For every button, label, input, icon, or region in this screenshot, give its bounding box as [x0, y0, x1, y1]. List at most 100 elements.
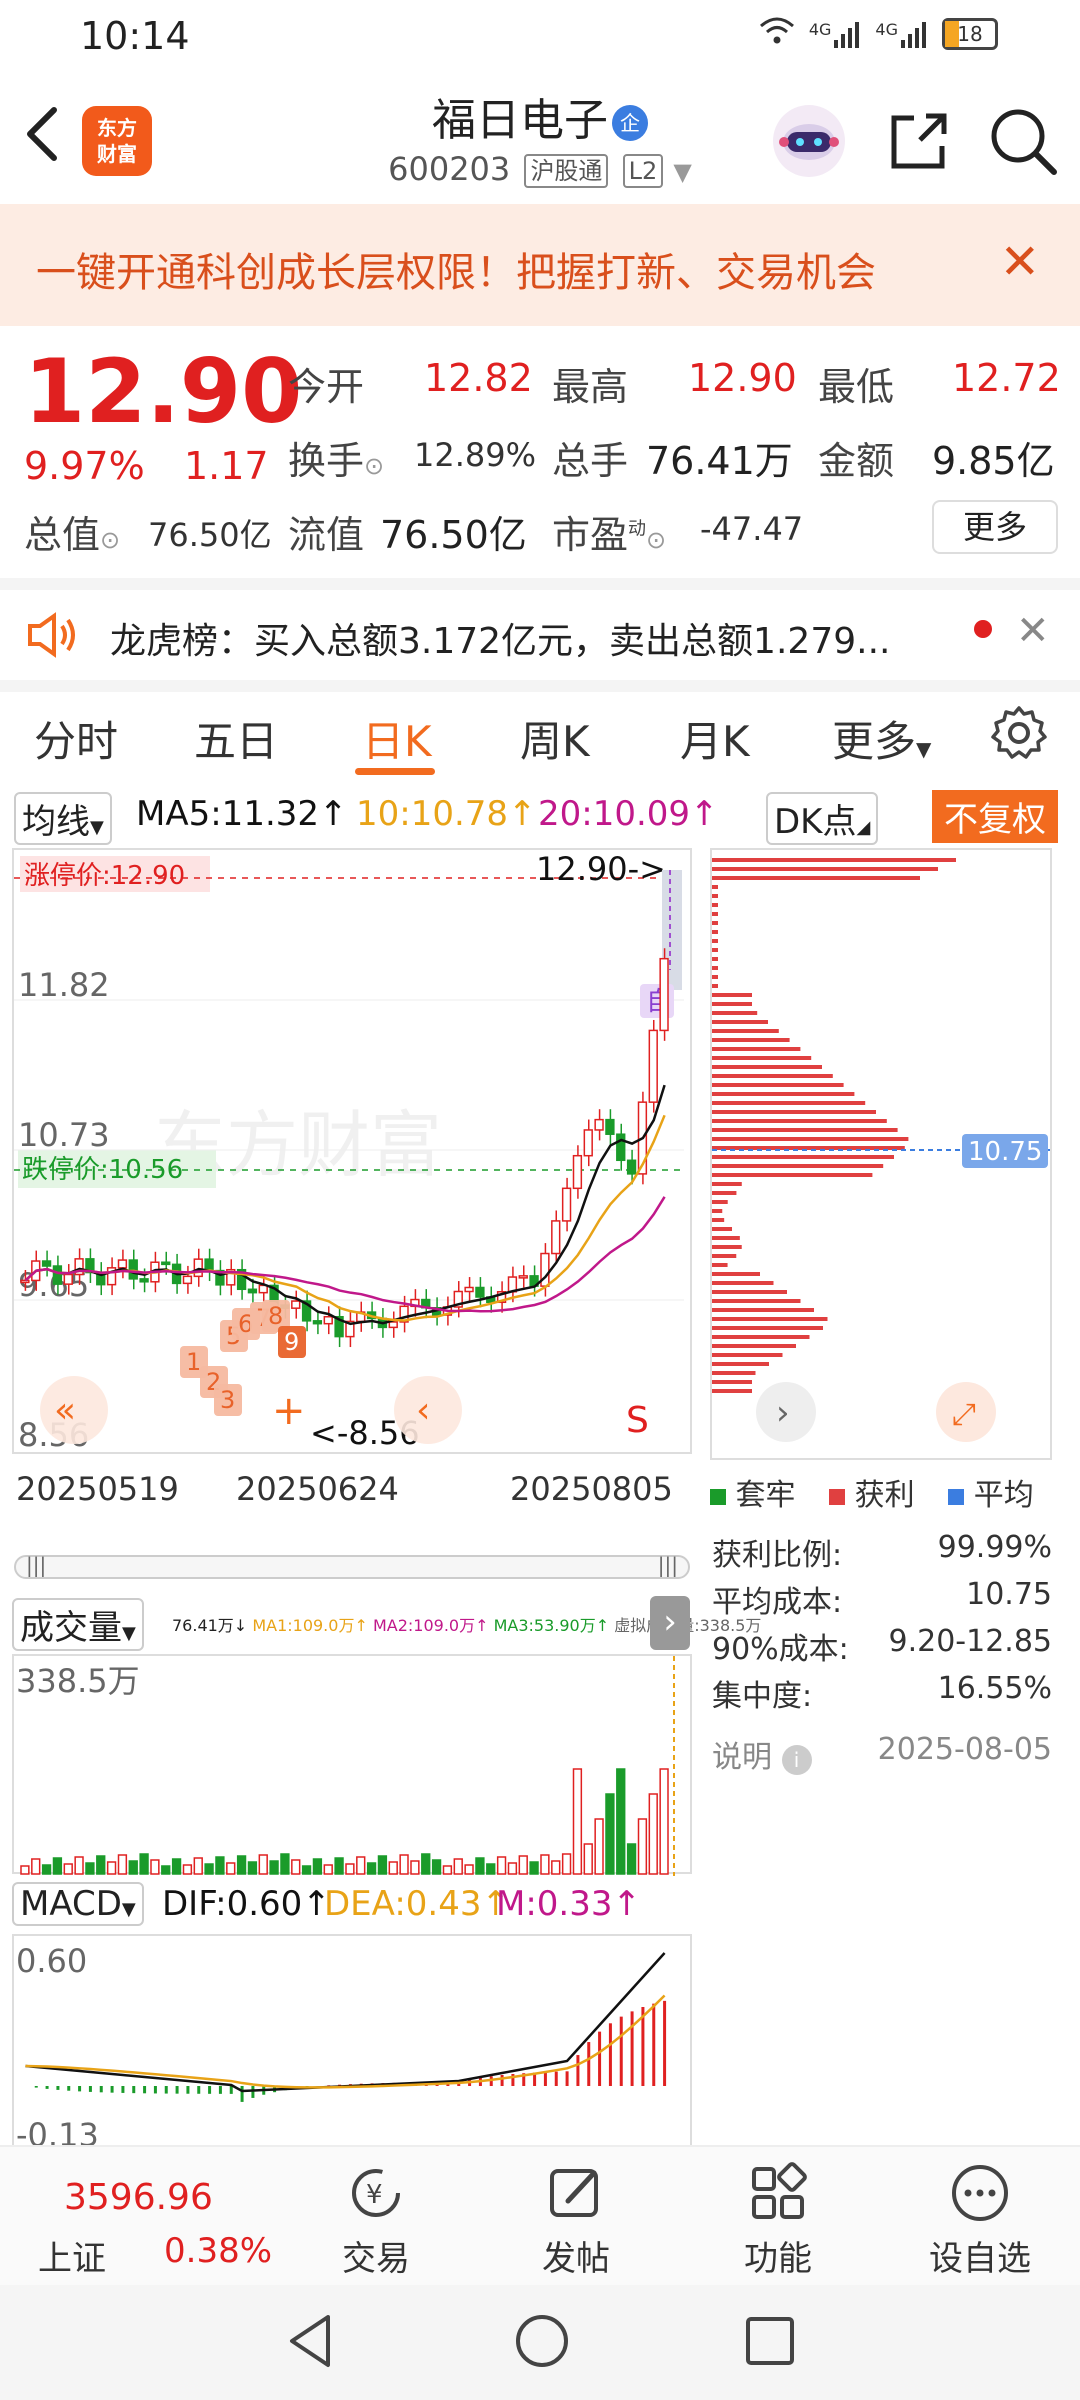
nav-back-icon[interactable] — [282, 2311, 338, 2375]
macd-chart[interactable]: 0.60 -0.13 — [12, 1934, 692, 2154]
candle — [139, 1278, 149, 1283]
ma-legend: 均线▼ MA5:11.32↑ 10:10.78↑ 20:10.09↑ DK点◢ … — [0, 790, 1080, 845]
volume-bar — [247, 1861, 258, 1875]
double-chevron-left-icon: « — [54, 1390, 76, 1431]
volume-bar — [572, 1768, 583, 1875]
chip-bar — [712, 975, 718, 979]
tab-five-day[interactable]: 五日 — [194, 708, 278, 769]
index-quote[interactable]: 3596.96 上证 0.38% — [24, 2147, 272, 2287]
candle — [648, 1029, 658, 1103]
signal-icon-2: 4G — [875, 20, 928, 48]
status-bar: 10:14 4G 4G 18 — [0, 0, 1080, 76]
volume-bar — [74, 1856, 84, 1875]
volume-bar — [150, 1859, 160, 1875]
volume-bar — [345, 1863, 355, 1875]
status-time: 10:14 — [80, 14, 190, 58]
chip-bar — [712, 1110, 876, 1114]
nav-functions[interactable]: 功能 — [698, 2147, 858, 2287]
close-icon[interactable]: ✕ — [1000, 234, 1040, 290]
tab-more[interactable]: 更多▼ — [832, 708, 931, 769]
robot-assistant-icon[interactable] — [770, 102, 848, 180]
float-value: 76.50亿 — [380, 513, 527, 557]
macd-svg: 0.60 -0.13 — [16, 1942, 667, 2154]
candle — [323, 1315, 333, 1325]
candle — [518, 1275, 528, 1279]
candle — [583, 1129, 593, 1157]
settings-gear-icon[interactable] — [990, 704, 1048, 766]
nav-recents-icon[interactable] — [742, 2313, 798, 2373]
close-icon[interactable]: ✕ — [1016, 608, 1050, 654]
tab-daily-k[interactable]: 日K — [362, 708, 432, 769]
chip-bar — [712, 948, 718, 952]
search-icon[interactable] — [984, 102, 1062, 180]
tab-weekly-k[interactable]: 周K — [520, 708, 590, 769]
chip-bar — [712, 1092, 855, 1096]
chip-bar — [712, 1389, 752, 1393]
chip-bar — [712, 1074, 833, 1078]
chip-bar — [712, 1227, 733, 1231]
volume-bar — [518, 1855, 528, 1875]
more-quote-button[interactable]: 更多 — [932, 500, 1058, 554]
volume-bar — [366, 1862, 377, 1875]
pe-label: 市盈动⊙ — [552, 513, 667, 557]
info-icon[interactable]: ⊙ — [364, 452, 384, 480]
range-slider[interactable]: ||| ||| — [14, 1553, 690, 1579]
date-label: 20250624 — [236, 1470, 399, 1508]
kline-svg: 东方财富 涨停价:12.90 跌停价:10.56 11.82 10.73 9.6… — [14, 850, 684, 1454]
nav-post[interactable]: 发帖 — [496, 2147, 656, 2287]
volume-bar — [31, 1858, 41, 1875]
chip-distribution[interactable]: 10.75 › ⤢ — [710, 848, 1052, 1460]
nav-home-icon[interactable] — [512, 2311, 572, 2375]
volume-selector[interactable]: 成交量▼ — [12, 1598, 144, 1651]
volume-bar — [269, 1860, 279, 1875]
macd-selector[interactable]: MACD▼ — [12, 1882, 144, 1926]
chip-bar — [712, 984, 718, 988]
active-tab-indicator — [355, 768, 435, 775]
candle — [475, 1286, 485, 1298]
nav-trade[interactable]: ¥ 交易 — [296, 2147, 456, 2287]
chip-bar — [712, 1155, 894, 1159]
macd-top-label: 0.60 — [16, 1942, 87, 1980]
chip-bar — [712, 1065, 822, 1069]
volume-bar — [96, 1855, 106, 1875]
chip-bar — [712, 885, 718, 889]
candle — [551, 1220, 561, 1255]
volume-bar — [507, 1862, 518, 1875]
chip-bar — [712, 1353, 783, 1357]
y-label: 10.73 — [18, 1116, 110, 1154]
slider-left-handle[interactable]: ||| — [26, 1553, 46, 1577]
volume-bar — [399, 1854, 409, 1875]
chart-tabs: 分时 五日 日K 周K 月K 更多▼ — [0, 692, 1080, 782]
chip-bar — [712, 1335, 810, 1339]
change-pct: 9.97% — [24, 444, 145, 488]
slider-right-handle[interactable]: ||| — [658, 1553, 678, 1577]
chip-bar — [712, 957, 718, 961]
dk-point-button[interactable]: DK点◢ — [766, 792, 879, 845]
tab-monthly-k[interactable]: 月K — [680, 708, 750, 769]
info-icon[interactable]: ⊙ — [646, 526, 666, 554]
date-axis: 20250519 20250624 20250805 — [0, 1470, 700, 1520]
volume-bar — [204, 1863, 214, 1875]
ma-selector[interactable]: 均线▼ — [14, 792, 112, 845]
macd-dif: DIF:0.60↑ — [162, 1884, 331, 1924]
volume-bar — [182, 1864, 193, 1875]
kline-chart[interactable]: 东方财富 涨停价:12.90 跌停价:10.56 11.82 10.73 9.6… — [12, 848, 692, 1454]
wifi-icon — [759, 16, 795, 52]
nav-add-watchlist[interactable]: 设自选 — [900, 2147, 1060, 2287]
tab-intraday[interactable]: 分时 — [34, 708, 118, 769]
ma10-value: 10:10.78↑ — [356, 794, 537, 834]
chevron-down-icon: ▼ — [673, 158, 692, 186]
share-icon[interactable] — [880, 102, 958, 180]
candle — [41, 1260, 52, 1267]
candle — [572, 1154, 583, 1190]
unread-dot — [974, 620, 992, 638]
promo-banner[interactable]: 一键开通科创成长层权限！把握打新、交易机会 ✕ — [0, 204, 1080, 326]
notice-bar[interactable]: 龙虎榜：买入总额3.172亿元，卖出总额1.279... ✕ — [0, 590, 1080, 680]
chevron-right-icon[interactable]: › — [650, 1596, 690, 1650]
chip-bar — [712, 1236, 740, 1240]
info-icon[interactable]: ⊙ — [100, 526, 120, 554]
volume-label: 总手 — [552, 439, 629, 483]
volume-max-label: 338.5万 — [16, 1662, 140, 1700]
volume-chart[interactable]: 338.5万 — [12, 1654, 692, 1876]
no-adjust-button[interactable]: 不复权 — [932, 790, 1058, 843]
